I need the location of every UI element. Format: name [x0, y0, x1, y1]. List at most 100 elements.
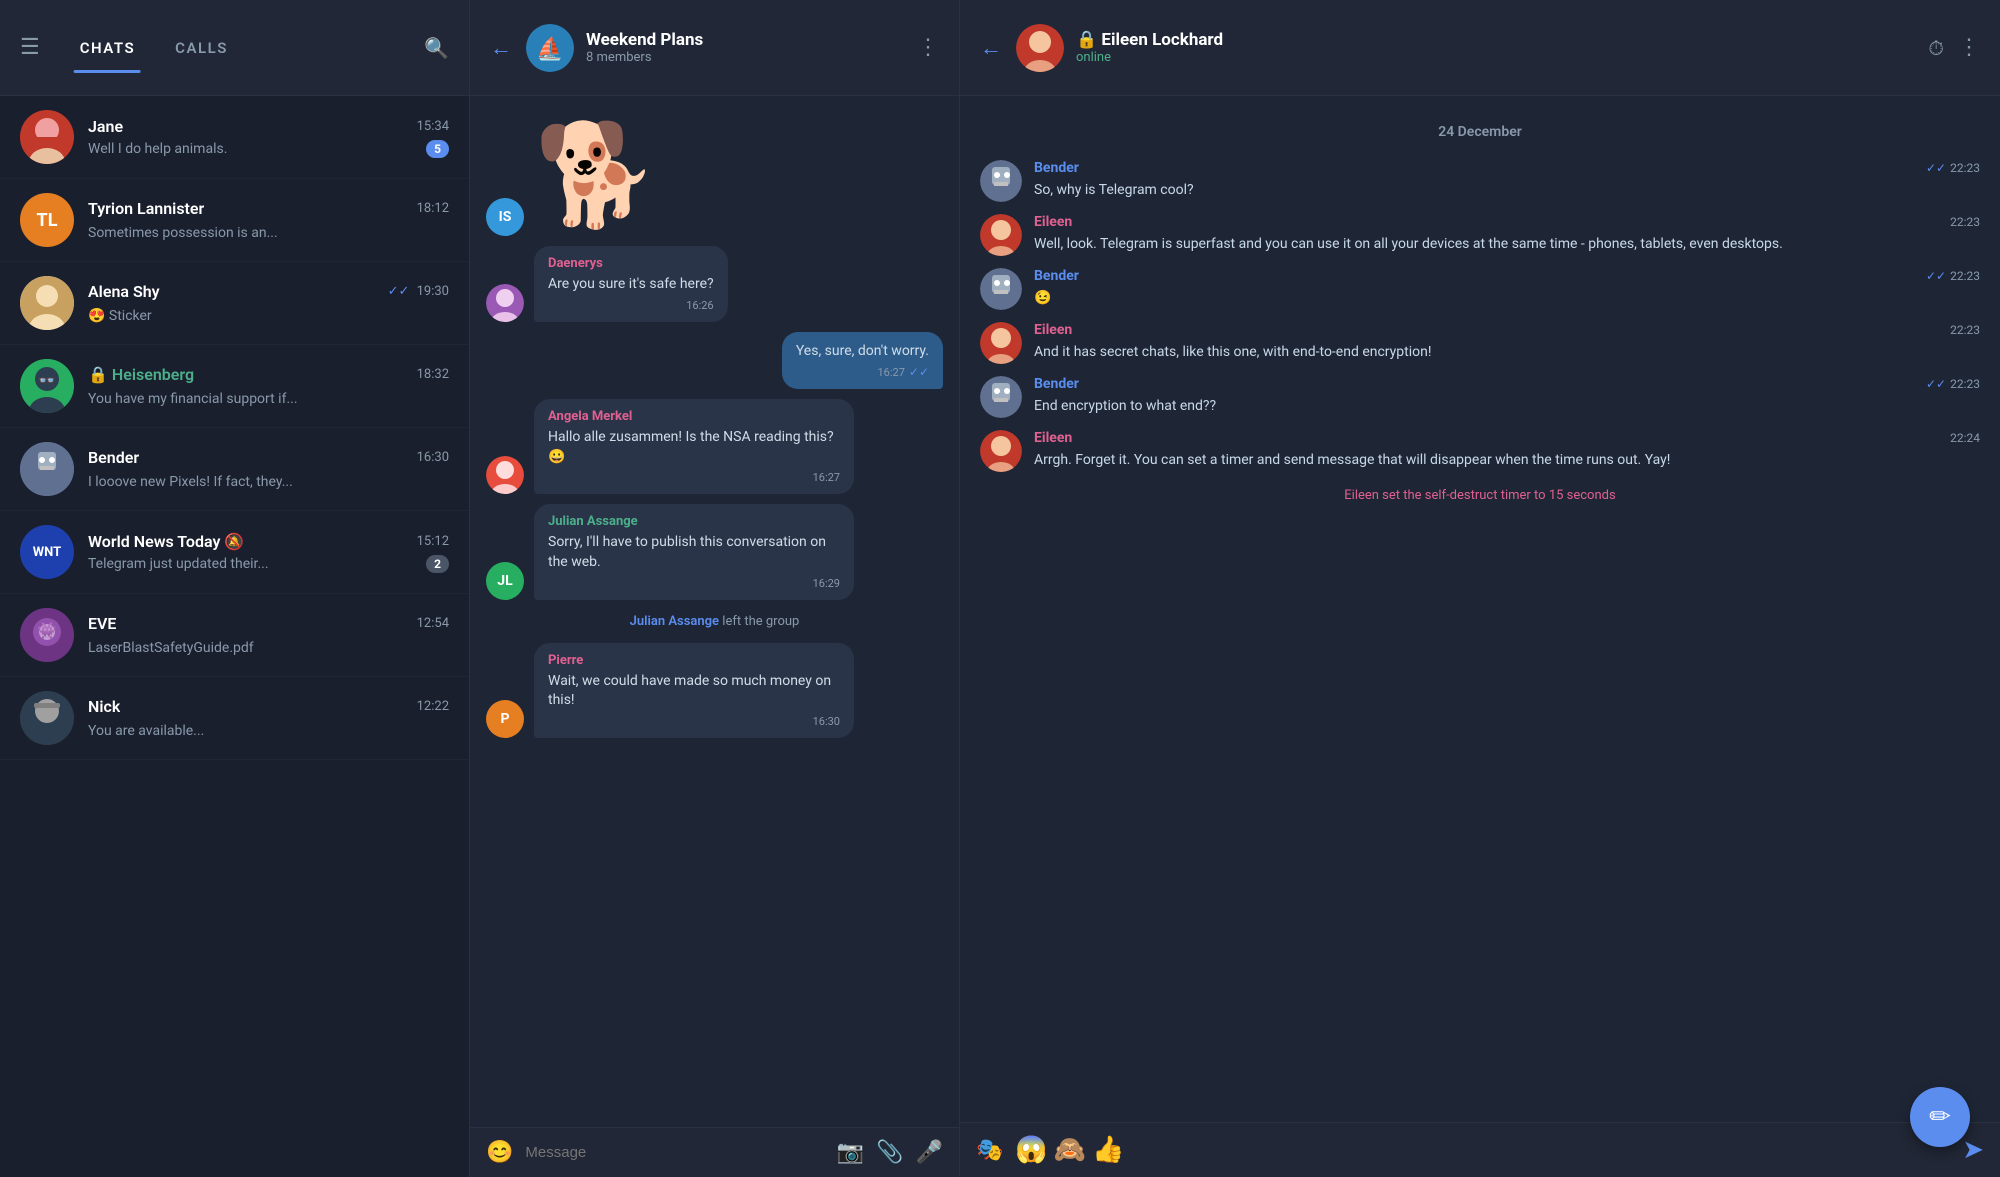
more-options-middle[interactable]: ⋮: [917, 35, 939, 60]
chat-info-heisenberg: 🔒 Heisenberg 18:32 You have my financial…: [88, 365, 449, 407]
sticker-area: 🐕: [534, 116, 659, 236]
msg-bubble-daenerys: Daenerys Are you sure it's safe here? 16…: [534, 246, 728, 322]
svg-text:⛵: ⛵: [536, 36, 563, 62]
chat-info-nick: Nick 12:22 You are available...: [88, 697, 449, 739]
emoji-thumbsup[interactable]: 👍: [1092, 1135, 1124, 1165]
chat-info-bender: Bender 16:30 I looove new Pixels! If fac…: [88, 448, 449, 490]
back-button-right[interactable]: ←: [980, 35, 1002, 61]
mic-icon-middle[interactable]: 🎤: [916, 1140, 943, 1165]
msg-avatar-is: IS: [486, 198, 524, 236]
msg-check-outgoing1: ✓✓: [909, 365, 929, 379]
tab-calls[interactable]: CALLS: [155, 31, 248, 65]
chat-preview-bender: I looove new Pixels! If fact, they...: [88, 474, 293, 490]
chat-name-eve: EVE: [88, 614, 116, 633]
left-tabs: CHATS CALLS: [60, 31, 424, 65]
r-msg-row-r5: Bender ✓✓ 22:23 End encryption to what e…: [980, 376, 1980, 418]
hamburger-icon[interactable]: ☰: [20, 35, 40, 60]
right-messages: 24 December Bender ✓✓ 22:23 So, why is T…: [960, 96, 2000, 1122]
chat-preview-heisenberg: You have my financial support if...: [88, 391, 298, 407]
msg-time-angela: 16:27: [813, 471, 840, 484]
chat-item-tyrion[interactable]: TL Tyrion Lannister 18:12 Sometimes poss…: [0, 179, 469, 262]
chat-input-bar-middle: 😊 📷 📎 🎤: [470, 1127, 959, 1177]
left-header: ☰ CHATS CALLS 🔍: [0, 0, 469, 96]
msg-text-daenerys: Are you sure it's safe here?: [548, 275, 714, 295]
header-info-group: Weekend Plans 8 members: [586, 30, 917, 65]
msg-avatar-julian: JL: [486, 562, 524, 600]
emoji-icon-middle[interactable]: 😊: [486, 1140, 513, 1165]
msg-time-outgoing1: 16:27: [877, 366, 904, 379]
emoji-monkey[interactable]: 🙈: [1054, 1135, 1086, 1165]
msg-text-pierre: Wait, we could have made so much money o…: [548, 672, 840, 711]
r-msg-sender-bender1: Bender: [1034, 160, 1079, 176]
chat-item-jane[interactable]: Jane 15:34 Well I do help animals. 5: [0, 96, 469, 179]
r-msg-sender-eileen3: Eileen: [1034, 430, 1072, 446]
msg-row-outgoing1: Yes, sure, don't worry. 16:27 ✓✓: [486, 332, 943, 390]
r-msg-avatar-bender2: [980, 268, 1022, 310]
compose-fab[interactable]: ✏: [1910, 1087, 1970, 1147]
sticker-btn-right[interactable]: 🎭: [976, 1138, 1003, 1163]
chat-name-worldnews: World News Today 🔕: [88, 532, 244, 551]
msg-text-outgoing1: Yes, sure, don't worry.: [796, 342, 929, 362]
r-msg-avatar-eileen3: [980, 430, 1022, 472]
eileen-status: online: [1076, 50, 1928, 65]
messages-area-middle: IS 🐕 Daenerys Are you sure it's safe her…: [470, 96, 959, 1127]
system-msg-julian: Julian Assange left the group: [486, 610, 943, 633]
chat-name-nick: Nick: [88, 697, 120, 716]
r-msg-avatar-eileen2: [980, 322, 1022, 364]
r-msg-time-r5: 22:23: [1950, 377, 1980, 391]
chat-name-alena: Alena Shy: [88, 282, 160, 301]
avatar-eve: 👾: [20, 608, 74, 662]
chat-name-jane: Jane: [88, 117, 123, 136]
avatar-alena: [20, 276, 74, 330]
back-button-middle[interactable]: ←: [490, 35, 512, 61]
chat-item-nick[interactable]: Nick 12:22 You are available...: [0, 677, 469, 760]
r-msg-sender-eileen1: Eileen: [1034, 214, 1072, 230]
message-input-middle[interactable]: [525, 1144, 824, 1161]
chat-preview-jane: Well I do help animals.: [88, 141, 227, 157]
timer-icon[interactable]: ⏱: [1928, 36, 1944, 60]
emoji-scared[interactable]: 😱: [1015, 1135, 1047, 1165]
group-subtitle: 8 members: [586, 50, 917, 65]
msg-text-julian: Sorry, I'll have to publish this convers…: [548, 533, 840, 572]
chat-preview-nick: You are available...: [88, 723, 204, 739]
r-msg-content-r5: Bender ✓✓ 22:23 End encryption to what e…: [1034, 376, 1980, 417]
chat-item-worldnews[interactable]: WNT World News Today 🔕 15:12 Telegram ju…: [0, 511, 469, 594]
tab-chats[interactable]: CHATS: [60, 31, 155, 65]
r-msg-time-r6: 22:24: [1950, 431, 1980, 445]
system-msg-right: Eileen set the self-destruct timer to 15…: [980, 484, 1980, 507]
check-alena: ✓✓: [388, 284, 410, 299]
r-msg-content-r6: Eileen 22:24 Arrgh. Forget it. You can s…: [1034, 430, 1980, 471]
chat-info-worldnews: World News Today 🔕 15:12 Telegram just u…: [88, 532, 449, 573]
msg-sender-angela: Angela Merkel: [548, 409, 840, 424]
chat-preview-tyrion: Sometimes possession is an...: [88, 225, 278, 241]
r-msg-row-r4: Eileen 22:23 And it has secret chats, li…: [980, 322, 1980, 364]
r-msg-time-r2: 22:23: [1950, 215, 1980, 229]
middle-header: ← ⛵ Weekend Plans 8 members ⋮: [470, 0, 959, 96]
msg-time-julian: 16:29: [813, 577, 840, 590]
msg-row-daenerys: Daenerys Are you sure it's safe here? 16…: [486, 246, 943, 322]
r-msg-sender-bender3: Bender: [1034, 376, 1079, 392]
chat-item-bender[interactable]: Bender 16:30 I looove new Pixels! If fac…: [0, 428, 469, 511]
chat-item-heisenberg[interactable]: 👓 🔒 Heisenberg 18:32 You have my financi…: [0, 345, 469, 428]
r-msg-check-r1: ✓✓: [1926, 161, 1946, 175]
right-input-bar: 🎭 😱 🙈 👍 ➤: [960, 1122, 2000, 1177]
msg-time-pierre: 16:30: [813, 715, 840, 728]
r-msg-sender-eileen2: Eileen: [1034, 322, 1072, 338]
chat-time-bender: 16:30: [417, 450, 449, 465]
chat-item-eve[interactable]: 👾 EVE 12:54 LaserBlastSafetyGuide.pdf: [0, 594, 469, 677]
right-header: ← 🔒 Eileen Lockhard online ⏱ ⋮: [960, 0, 2000, 96]
right-panel: ← 🔒 Eileen Lockhard online ⏱ ⋮ 24 Decemb…: [960, 0, 2000, 1177]
r-msg-content-r1: Bender ✓✓ 22:23 So, why is Telegram cool…: [1034, 160, 1980, 201]
search-icon[interactable]: 🔍: [424, 36, 449, 60]
svg-text:👾: 👾: [37, 621, 57, 640]
msg-sender-daenerys: Daenerys: [548, 256, 714, 271]
chat-item-alena[interactable]: Alena Shy ✓✓ 19:30 😍 Sticker: [0, 262, 469, 345]
r-msg-text-r3: 😉: [1034, 288, 1980, 309]
send-button-right[interactable]: ➤: [1962, 1135, 1984, 1165]
attach-icon-middle[interactable]: 📎: [876, 1140, 903, 1165]
r-msg-avatar-bender3: [980, 376, 1022, 418]
msg-row-julian: JL Julian Assange Sorry, I'll have to pu…: [486, 504, 943, 599]
more-options-right[interactable]: ⋮: [1958, 35, 1980, 60]
chat-time-eve: 12:54: [417, 616, 449, 631]
camera-icon-middle[interactable]: 📷: [837, 1140, 864, 1165]
